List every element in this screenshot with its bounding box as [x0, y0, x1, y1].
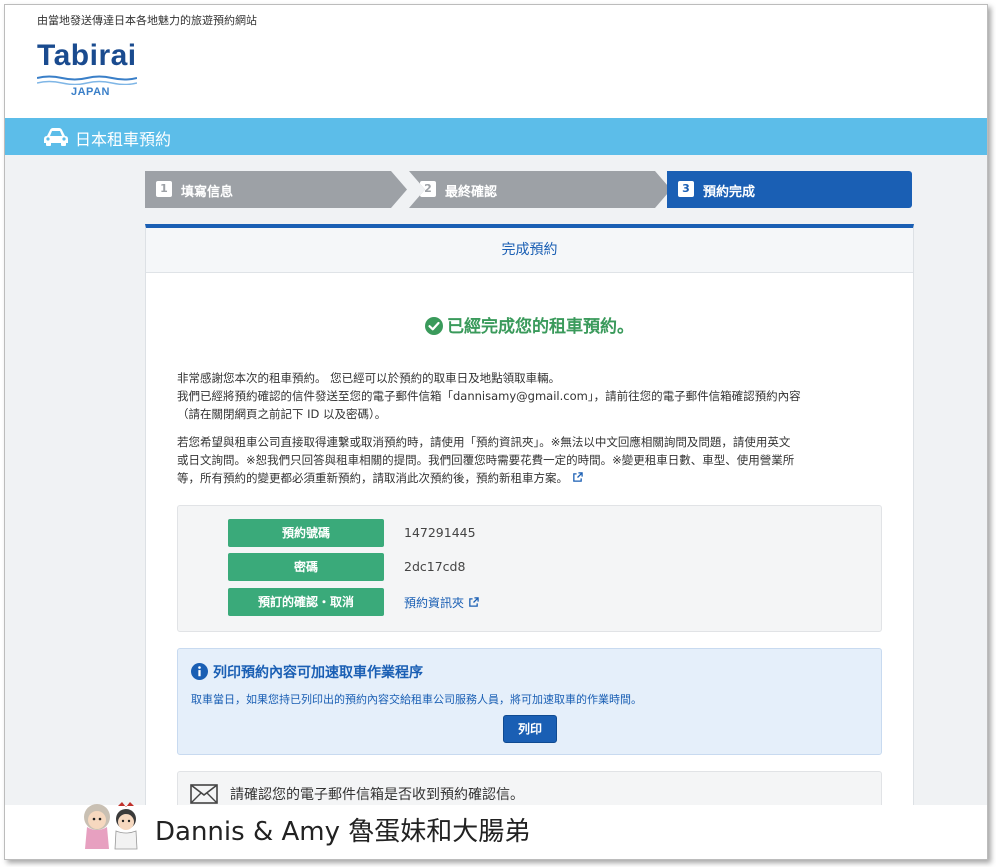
step-2: 2 最終確認	[409, 171, 671, 208]
print-notice-box: 列印預約內容可加速取車作業程序 取車當日，如果您持已列印出的預約內容交給租車公司…	[177, 648, 882, 755]
step-number: 1	[156, 181, 172, 197]
step-number: 2	[420, 181, 436, 197]
blog-watermark: Dannis & Amy 魯蛋妹和大腸弟	[5, 802, 987, 859]
mail-notice-text: 請確認您的電子郵件信箱是否收到預約確認信。	[230, 787, 524, 803]
booking-number-label: 預約號碼	[228, 519, 384, 547]
section-bar: 日本租車預約	[5, 118, 987, 155]
para-line: 或日文詢問。※恕我們只回答與租車相關的提問。我們回覆您時需要花費一定的時間。※變…	[177, 453, 795, 467]
print-description: 取車當日，如果您持已列印出的預約內容交給租車公司服務人員，將可加速取車的作業時間…	[191, 693, 642, 706]
thanks-paragraph: 非常感謝您本次的租車預約。 您已經可以於預約的取車日及地點領取車輛。 我們已經將…	[177, 369, 887, 423]
step-1: 1 填寫信息	[145, 171, 407, 208]
para-line: 等，所有預約的變更都必須重新預約，請取消此次預約後，預約新租車方案。	[177, 469, 887, 487]
info-icon	[191, 663, 208, 680]
panel-title: 完成預約	[146, 228, 913, 273]
logo-word: Tabirai	[37, 39, 137, 72]
tabirai-logo[interactable]: Tabirai JAPAN	[37, 39, 147, 105]
check-circle-icon	[425, 317, 443, 335]
completion-panel: 完成預約 已經完成您的租車預約。 非常感謝您本次的租車預約。 您已經可以於預約的…	[145, 224, 914, 859]
step-label: 預約完成	[703, 185, 756, 200]
password-label: 密碼	[228, 553, 384, 581]
print-button[interactable]: 列印	[503, 715, 557, 743]
external-link-icon	[469, 597, 479, 607]
external-link-icon[interactable]	[572, 472, 583, 483]
para-line: 非常感謝您本次的租車預約。 您已經可以於預約的取車日及地點領取車輛。	[177, 371, 561, 385]
reservation-folder-link[interactable]: 預約資訊夾	[404, 594, 479, 611]
logo-waves-icon	[37, 75, 137, 85]
para-line: 我們已經將預約確認的信件發送至您的電子郵件信箱「dannisamy@gmail.…	[177, 389, 801, 403]
watermark-text: Dannis & Amy 魯蛋妹和大腸弟	[155, 817, 531, 847]
done-message-text: 已經完成您的租車預約。	[447, 317, 634, 337]
confirm-cancel-label: 預訂的確認・取消	[228, 588, 384, 616]
booking-info-box: 預約號碼 147291445 密碼 2dc17cd8 預訂的確認・取消 預約資訊…	[177, 505, 882, 632]
contact-paragraph: 若您希望與租車公司直接取得連繫或取消預約時，請使用「預約資訊夾」。※無法以中文回…	[177, 433, 887, 487]
car-icon	[44, 128, 68, 146]
browser-frame: 由當地發送傳達日本各地魅力的旅遊預約網站 Tabirai JAPAN 日本租車預…	[4, 4, 988, 860]
logo-sub: JAPAN	[71, 86, 110, 98]
step-number: 3	[678, 181, 694, 197]
print-title: 列印預約內容可加速取車作業程序	[191, 662, 423, 682]
para-line-text: 等，所有預約的變更都必須重新預約，請取消此次預約後，預約新租車方案。	[177, 471, 568, 485]
site-tagline: 由當地發送傳達日本各地魅力的旅遊預約網站	[37, 14, 257, 27]
password-value: 2dc17cd8	[404, 559, 466, 574]
step-label: 填寫信息	[181, 185, 234, 200]
para-line: 若您希望與租車公司直接取得連繫或取消預約時，請使用「預約資訊夾」。※無法以中文回…	[177, 435, 791, 449]
step-label: 最終確認	[445, 185, 498, 200]
reservation-folder-link-text[interactable]: 預約資訊夾	[404, 596, 464, 610]
print-title-text: 列印預約內容可加速取車作業程序	[213, 665, 423, 681]
booking-number-value: 147291445	[404, 525, 476, 540]
step-3: 3 預約完成	[667, 171, 912, 208]
done-message: 已經完成您的租車預約。	[146, 312, 913, 337]
envelope-icon	[190, 784, 218, 804]
mascot-avatars-icon	[84, 802, 138, 850]
para-line: （請在關閉網頁之前記下 ID 以及密碼）。	[177, 407, 387, 421]
page-title: 日本租車預約	[75, 130, 172, 149]
site-header: 由當地發送傳達日本各地魅力的旅遊預約網站 Tabirai JAPAN	[5, 5, 987, 118]
